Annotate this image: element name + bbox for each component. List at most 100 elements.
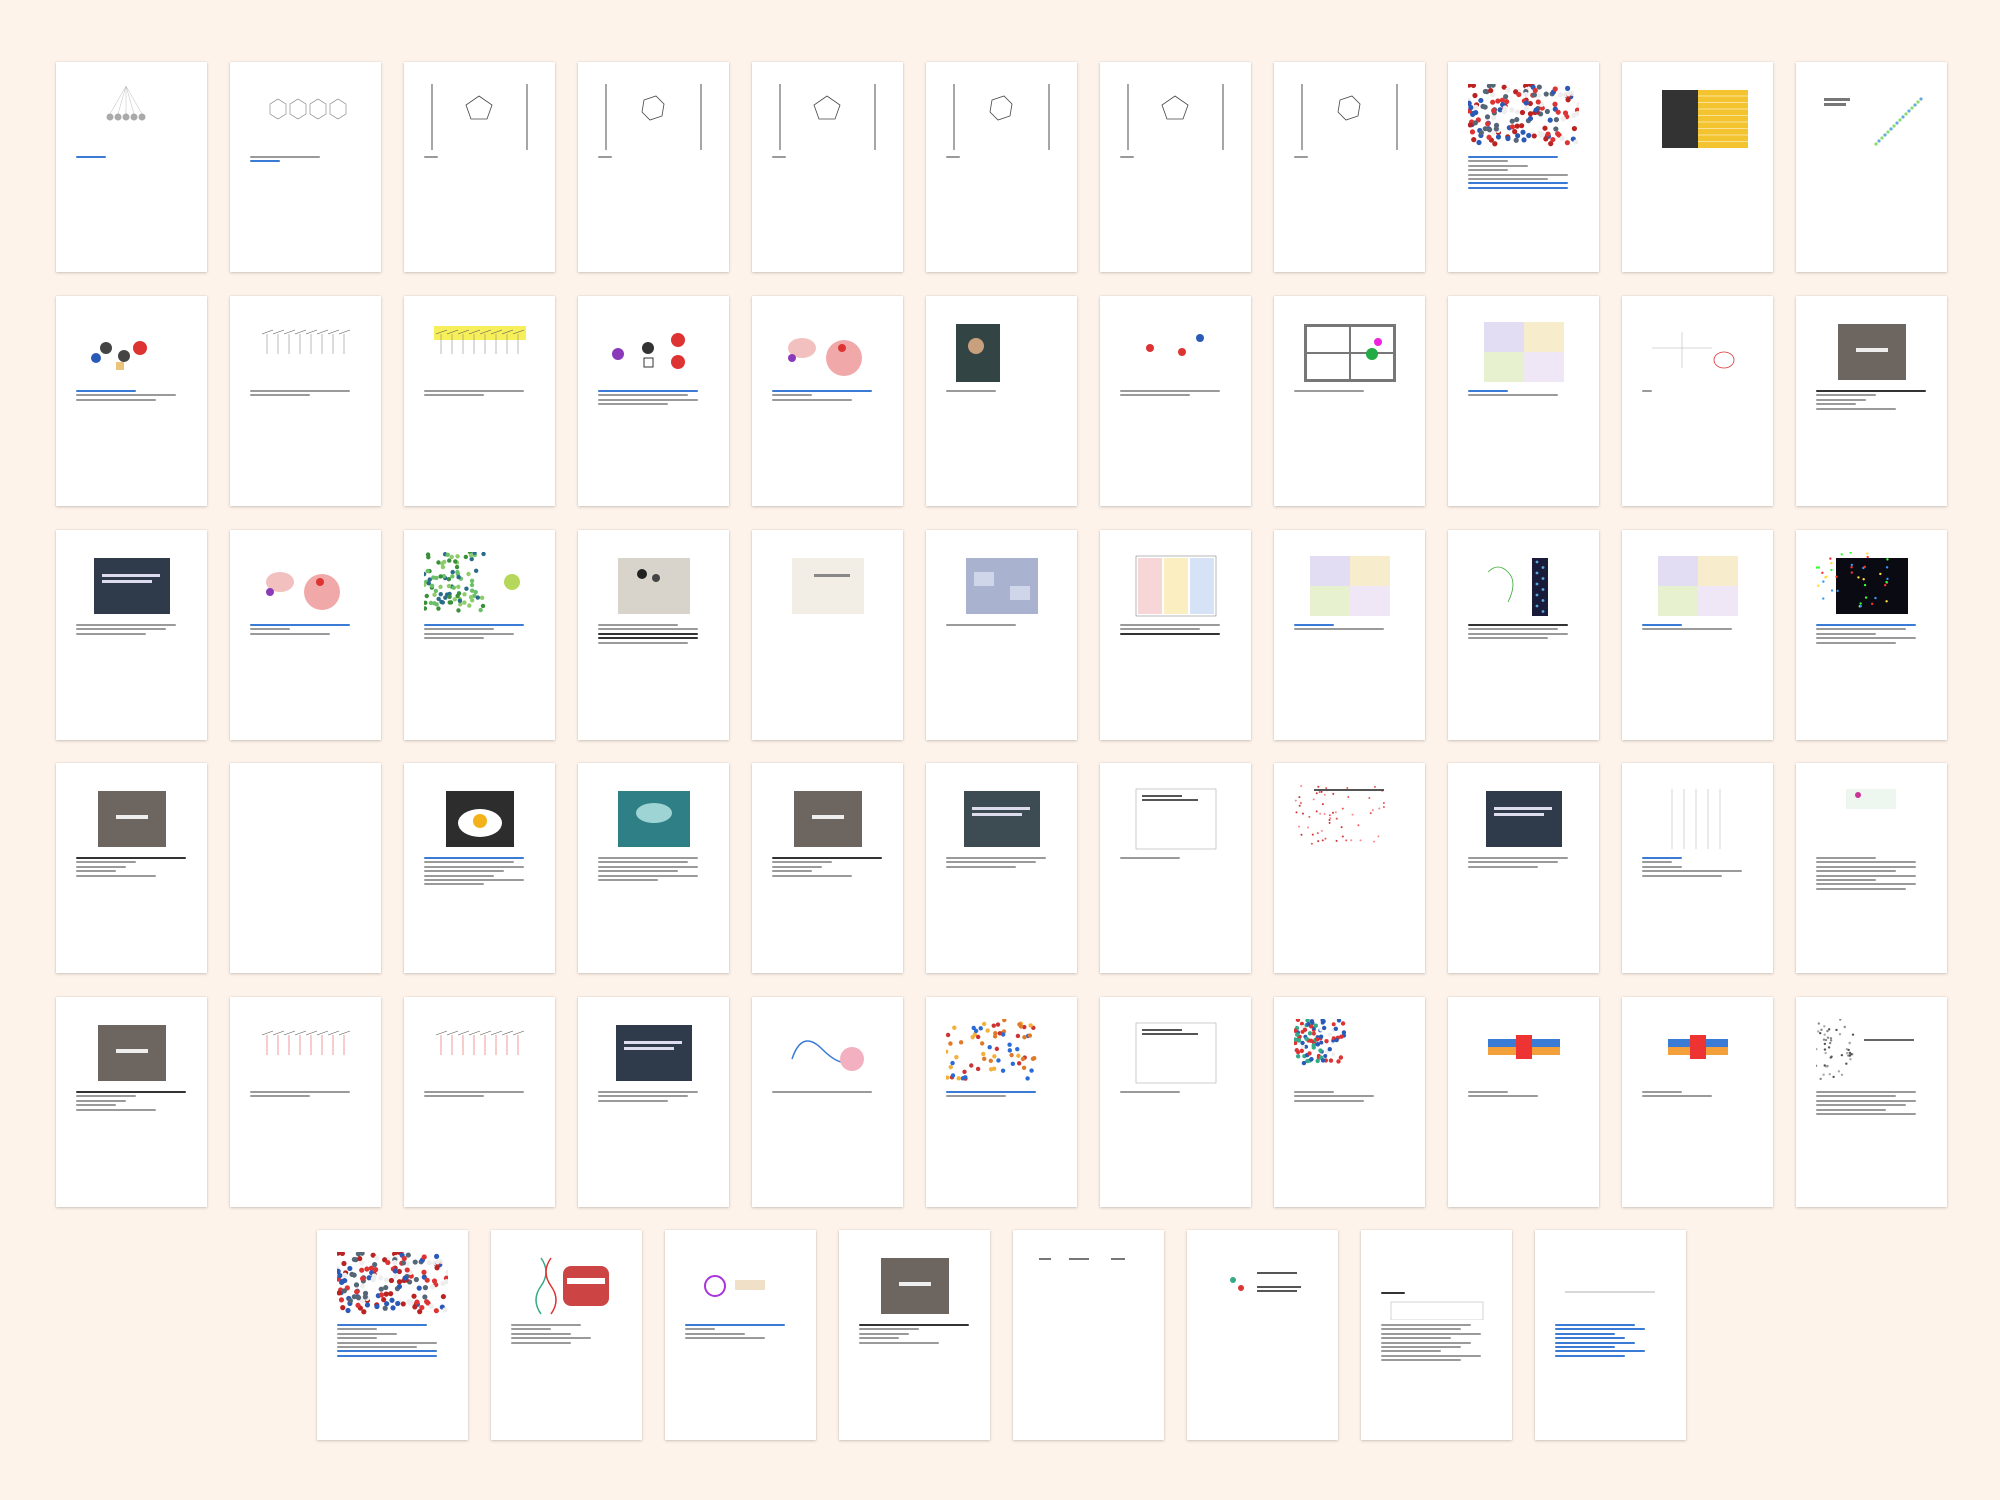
page-thumbnail[interactable] (1100, 62, 1251, 272)
text-lines (685, 1324, 796, 1342)
page-thumbnail[interactable] (1448, 62, 1599, 272)
page-thumbnail[interactable] (752, 62, 903, 272)
page-thumbnail[interactable] (578, 62, 729, 272)
page-thumbnail[interactable] (1535, 1230, 1686, 1440)
page-thumbnail[interactable] (1187, 1230, 1338, 1440)
page-thumbnail[interactable] (1274, 997, 1425, 1207)
page-thumbnail[interactable] (1274, 62, 1425, 272)
text-lines (946, 156, 1057, 160)
page-content (946, 552, 1057, 722)
page-content (1555, 1252, 1666, 1422)
text-lines (772, 1091, 883, 1095)
page-figure (435, 1030, 525, 1055)
page-thumbnail[interactable] (1274, 763, 1425, 973)
text-lines (1294, 1091, 1405, 1104)
page-thumbnail[interactable] (752, 763, 903, 973)
page-figure (266, 572, 340, 610)
page-thumbnail[interactable] (1013, 1230, 1164, 1440)
page-thumbnail[interactable] (1448, 296, 1599, 506)
page-thumbnail[interactable] (1448, 530, 1599, 740)
page-thumbnail[interactable] (1796, 763, 1947, 973)
page-content (1642, 1019, 1753, 1189)
page-thumbnail[interactable] (1274, 296, 1425, 506)
page-content (424, 1019, 535, 1189)
page-thumbnail[interactable] (491, 1230, 642, 1440)
page-figure (261, 329, 351, 354)
page-figure (616, 1025, 692, 1081)
page-thumbnail[interactable] (404, 530, 555, 740)
page-thumbnail[interactable] (926, 62, 1077, 272)
page-thumbnail[interactable] (230, 997, 381, 1207)
page-thumbnail[interactable] (1100, 763, 1251, 973)
page-thumbnail[interactable] (1448, 997, 1599, 1207)
page-thumbnail[interactable] (56, 296, 207, 506)
page-thumbnail[interactable] (926, 997, 1077, 1207)
page-content (1816, 318, 1927, 488)
page-content (772, 785, 883, 955)
page-thumbnail[interactable] (1622, 530, 1773, 740)
page-thumbnail[interactable] (1796, 997, 1947, 1207)
text-lines (1816, 857, 1927, 892)
page-thumbnail[interactable] (230, 62, 381, 272)
page-content (1120, 318, 1231, 488)
page-content (250, 785, 361, 955)
page-figure (1390, 1301, 1484, 1320)
page-figure (1468, 84, 1579, 147)
page-thumbnail[interactable] (926, 296, 1077, 506)
page-thumbnail[interactable] (404, 763, 555, 973)
page-content (424, 318, 535, 488)
page-thumbnail[interactable] (230, 296, 381, 506)
page-thumbnail[interactable] (1100, 997, 1251, 1207)
page-thumbnail[interactable] (1100, 296, 1251, 506)
page-figure (1146, 334, 1204, 356)
page-figure (1658, 556, 1738, 616)
page-thumbnail[interactable] (404, 296, 555, 506)
page-thumbnail[interactable] (1100, 530, 1251, 740)
page-thumbnail[interactable] (1796, 296, 1947, 506)
page-figure (1652, 332, 1735, 369)
page-thumbnail[interactable] (665, 1230, 816, 1440)
page-figure (1294, 785, 1385, 845)
page-thumbnail[interactable] (578, 296, 729, 506)
page-thumbnail[interactable] (1361, 1230, 1512, 1440)
text-lines (1468, 857, 1579, 870)
page-thumbnail[interactable] (839, 1230, 990, 1440)
page-thumbnail[interactable] (56, 997, 207, 1207)
page-thumbnail[interactable] (230, 530, 381, 740)
page-thumbnail[interactable] (926, 763, 1077, 973)
page-figure (1484, 322, 1564, 382)
page-thumbnail[interactable] (1796, 530, 1947, 740)
page-thumbnail[interactable] (317, 1230, 468, 1440)
page-content (1294, 1019, 1405, 1189)
page-thumbnail[interactable] (404, 997, 555, 1207)
page-figure (269, 98, 347, 120)
page-content (946, 84, 1057, 254)
page-thumbnail[interactable] (578, 763, 729, 973)
text-lines (511, 1324, 622, 1346)
page-thumbnail[interactable] (404, 62, 555, 272)
page-thumbnail[interactable] (1274, 530, 1425, 740)
page-thumbnail[interactable] (926, 530, 1077, 740)
page-thumbnail[interactable] (1622, 296, 1773, 506)
page-thumbnail[interactable] (1796, 62, 1947, 272)
text-lines (598, 156, 709, 160)
page-content (424, 785, 535, 955)
page-content (598, 318, 709, 488)
page-content (1207, 1252, 1318, 1422)
page-thumbnail[interactable] (752, 296, 903, 506)
page-thumbnail[interactable] (1622, 997, 1773, 1207)
page-thumbnail[interactable] (56, 763, 207, 973)
page-thumbnail[interactable] (56, 530, 207, 740)
page-thumbnail[interactable] (1622, 763, 1773, 973)
page-thumbnail[interactable] (752, 530, 903, 740)
page-thumbnail[interactable] (56, 62, 207, 272)
page-thumbnail[interactable] (230, 763, 381, 973)
page-thumbnail[interactable] (752, 997, 903, 1207)
page-thumbnail[interactable] (1622, 62, 1773, 272)
text-lines (424, 156, 535, 160)
text-lines (598, 1091, 709, 1104)
page-thumbnail[interactable] (578, 530, 729, 740)
page-figure (1838, 324, 1906, 380)
page-thumbnail[interactable] (1448, 763, 1599, 973)
page-thumbnail[interactable] (578, 997, 729, 1207)
